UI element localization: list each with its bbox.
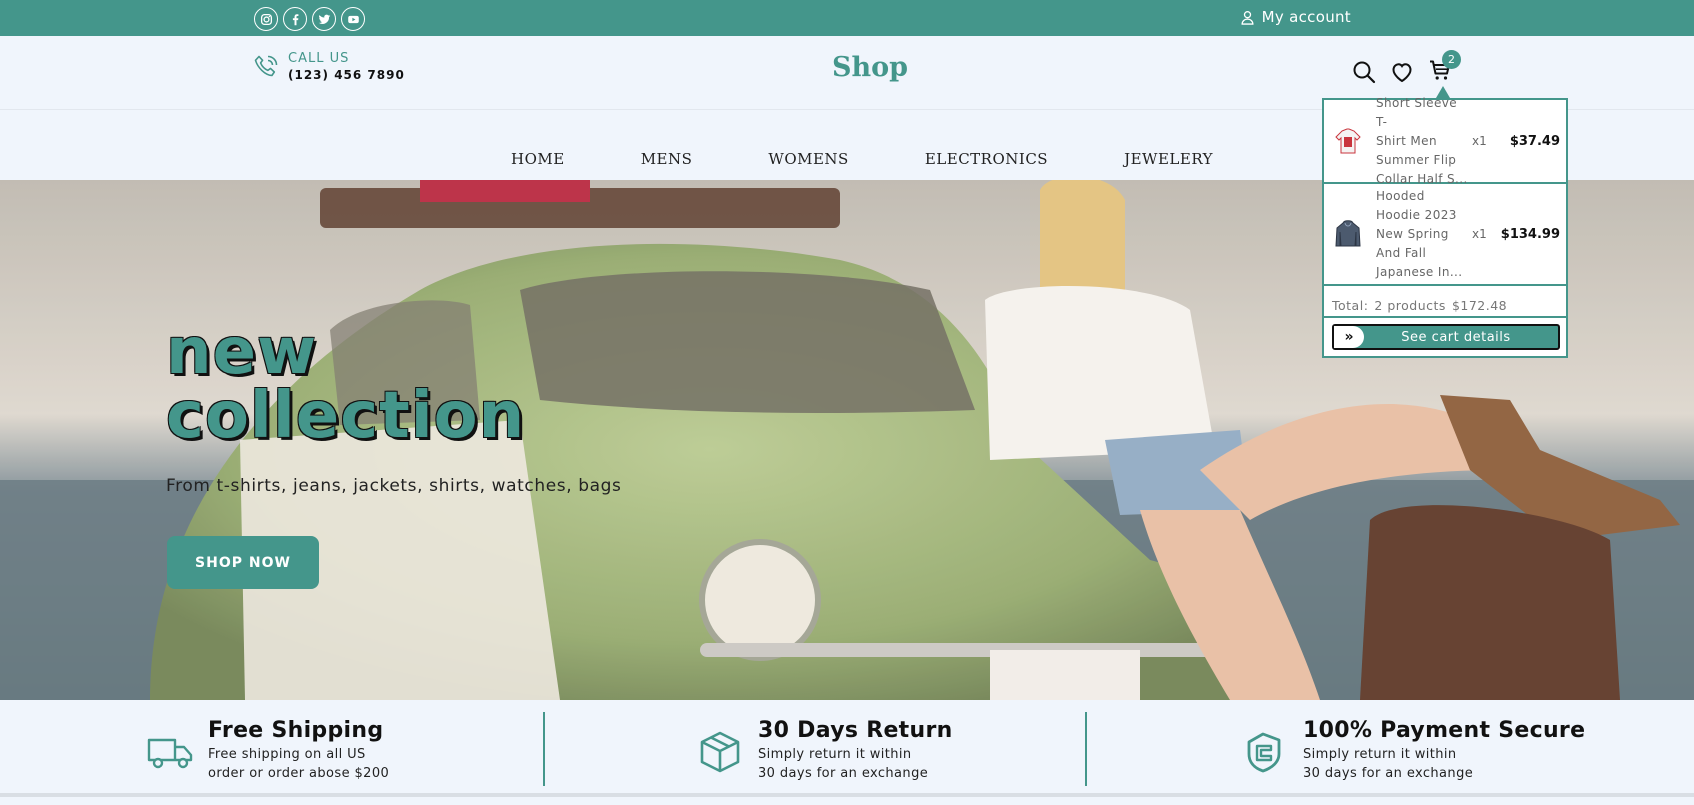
cart-item-name-line: Japanese In... — [1376, 264, 1463, 279]
see-cart-details-label: See cart details — [1401, 329, 1511, 345]
cart-item-name-line: New Spring — [1376, 226, 1449, 241]
top-bar: My account — [0, 0, 1694, 36]
nav-item-womens[interactable]: WOMENS — [768, 150, 848, 168]
feature-divider — [543, 712, 545, 786]
call-us: CALL US (123) 456 7890 — [252, 51, 405, 82]
cart-item-name-line: Summer Flip — [1376, 152, 1457, 167]
social-links — [254, 7, 365, 31]
features-bar: Free Shipping Free shipping on all US or… — [0, 700, 1694, 797]
phone-icon — [254, 55, 278, 76]
brand-logo[interactable]: Shop — [832, 52, 908, 83]
feature-divider — [1085, 712, 1087, 786]
feature-title: 100% Payment Secure — [1303, 718, 1586, 743]
shop-now-button[interactable]: SHOP NOW — [167, 536, 319, 589]
heart-icon[interactable] — [1390, 60, 1414, 84]
youtube-icon[interactable] — [341, 7, 365, 31]
cart-item-name-line: Shirt Men — [1376, 133, 1437, 148]
instagram-icon[interactable] — [254, 7, 278, 31]
cart-item-price: $134.99 — [1500, 226, 1560, 242]
hero-title-line-2: collection — [166, 379, 526, 453]
cart-item-qty: x1 — [1472, 227, 1487, 241]
cart-button[interactable]: 2 — [1428, 50, 1461, 86]
twitter-icon[interactable] — [312, 7, 336, 31]
feature-desc-line: Free shipping on all US — [208, 747, 366, 762]
search-icon[interactable] — [1352, 60, 1376, 84]
cart-total-products: 2 products — [1374, 298, 1446, 313]
call-us-label: CALL US — [288, 51, 350, 66]
phone-number[interactable]: (123) 456 7890 — [288, 68, 405, 82]
cart-item-qty: x1 — [1472, 134, 1487, 148]
cart-item-name-line: Hooded — [1376, 188, 1425, 203]
truck-icon — [147, 738, 193, 769]
cart-item[interactable]: Short Sleeve T- Shirt Men Summer Flip Co… — [1324, 96, 1566, 186]
my-account-link[interactable]: My account — [1240, 8, 1351, 26]
feature-desc-line: Simply return it within — [758, 747, 912, 762]
cart-item-name: Short Sleeve T- Shirt Men Summer Flip Co… — [1376, 94, 1472, 189]
cart-item[interactable]: Hooded Hoodie 2023 New Spring And Fall J… — [1324, 184, 1566, 286]
facebook-icon[interactable] — [283, 7, 307, 31]
feature-desc-line: 30 days for an exchange — [758, 766, 929, 781]
nav-item-mens[interactable]: MENS — [641, 150, 693, 168]
feature-free-shipping: Free Shipping Free shipping on all US or… — [146, 718, 389, 783]
feature-desc-line: order or order abose $200 — [208, 766, 390, 781]
feature-30-days-return: 30 Days Return Simply return it within 3… — [696, 718, 953, 783]
cart-total-price: $172.48 — [1451, 298, 1508, 313]
cart-item-name-line: And Fall — [1376, 245, 1427, 260]
feature-payment-secure: 100% Payment Secure Simply return it wit… — [1241, 718, 1585, 783]
my-account-label: My account — [1261, 8, 1351, 26]
cart-total-label: Total: — [1332, 298, 1369, 313]
hero-title: new collection — [166, 320, 525, 448]
feature-desc-line: Simply return it within — [1303, 747, 1457, 762]
user-icon — [1241, 10, 1254, 25]
cart-popup: Short Sleeve T- Shirt Men Summer Flip Co… — [1322, 96, 1568, 358]
cart-item-thumbnail — [1334, 218, 1362, 250]
double-chevron-right-icon: » — [1334, 326, 1364, 348]
cart-total-divider — [1324, 316, 1566, 318]
cart-item-name-line: Short Sleeve T- — [1376, 95, 1458, 129]
feature-desc-line: 30 days for an exchange — [1303, 766, 1474, 781]
shield-icon — [1247, 732, 1281, 773]
see-cart-details-button[interactable]: » See cart details — [1332, 324, 1560, 350]
feature-title: Free Shipping — [208, 718, 384, 743]
header-actions: 2 — [1352, 50, 1461, 86]
cart-item-name-line: Hoodie 2023 — [1376, 207, 1457, 222]
nav-item-jewelery[interactable]: JEWELERY — [1124, 150, 1213, 168]
hero-subtitle: From t-shirts, jeans, jackets, shirts, w… — [166, 476, 622, 496]
cart-item-price: $37.49 — [1509, 133, 1560, 149]
nav-item-electronics[interactable]: ELECTRONICS — [925, 150, 1048, 168]
cart-count-badge: 2 — [1442, 50, 1461, 69]
hero-title-line-1: new — [166, 315, 318, 389]
feature-title: 30 Days Return — [758, 718, 953, 743]
cart-item-thumbnail — [1334, 125, 1362, 157]
cart-item-name: Hooded Hoodie 2023 New Spring And Fall J… — [1376, 187, 1472, 282]
box-icon — [700, 731, 740, 773]
nav-item-home[interactable]: HOME — [511, 150, 565, 168]
cart-total: Total: 2 products $172.48 — [1332, 298, 1513, 313]
